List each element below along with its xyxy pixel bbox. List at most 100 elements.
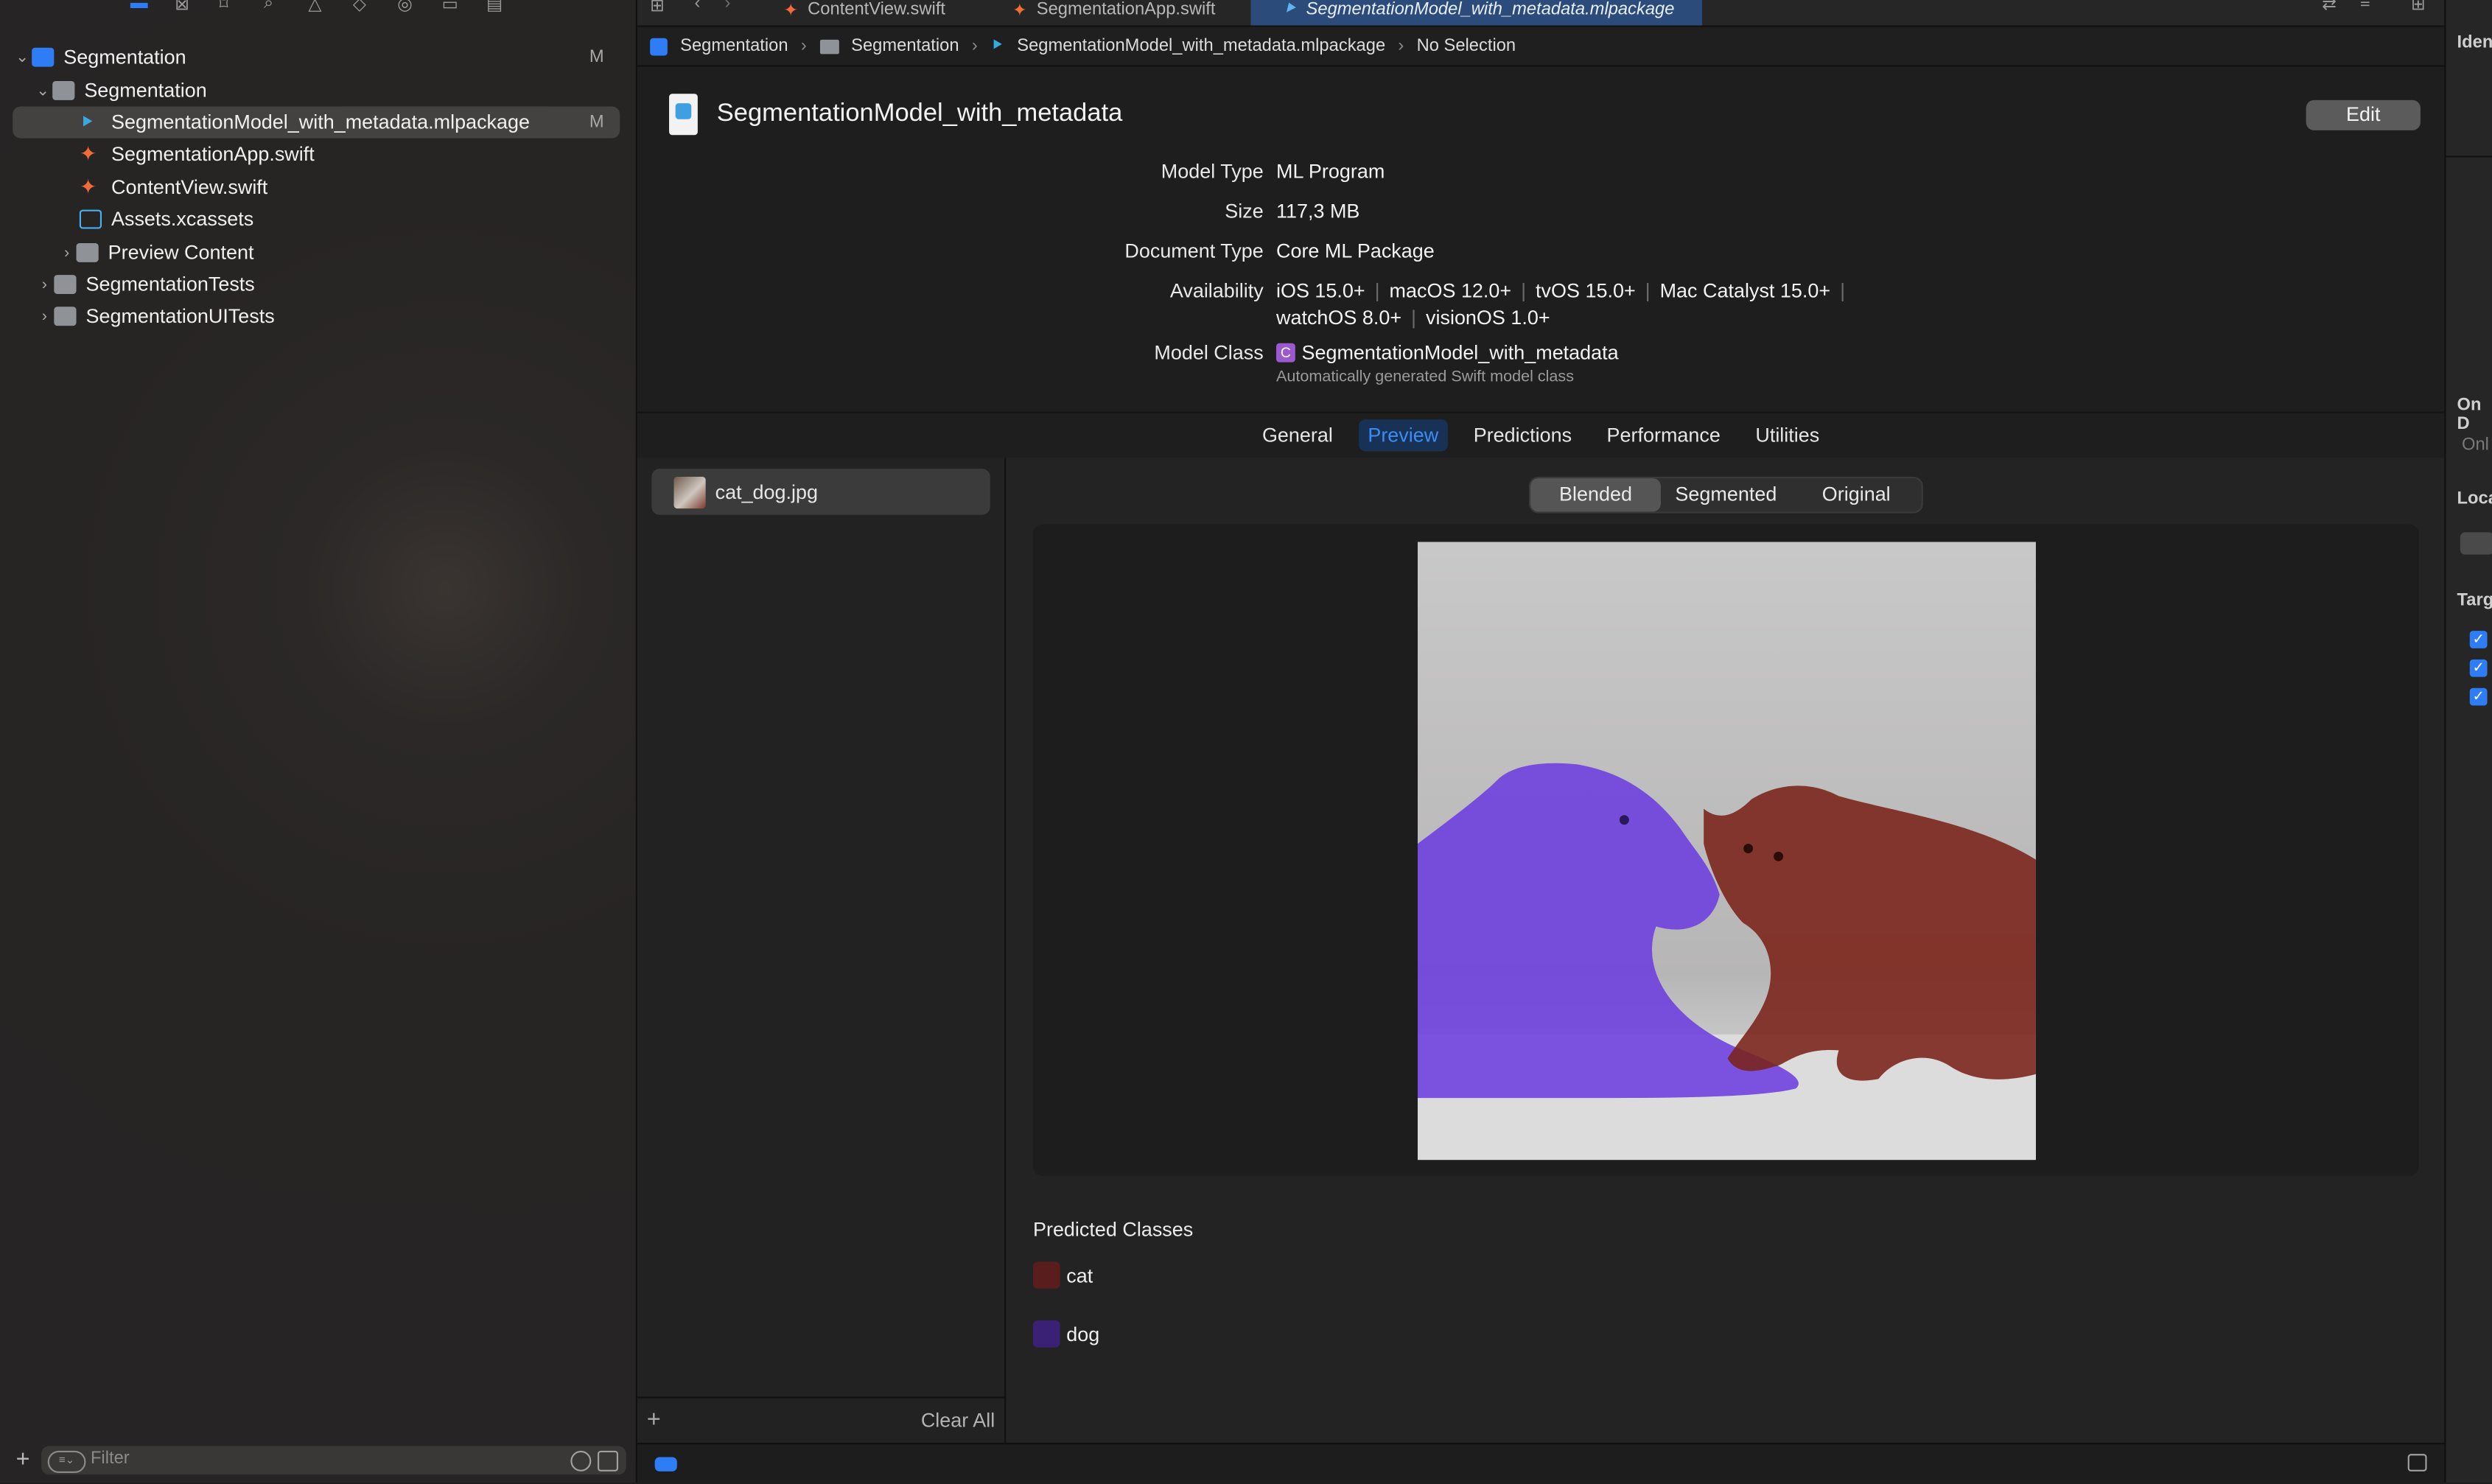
tree-item-tests[interactable]: › SegmentationTests <box>13 268 620 300</box>
view-mode-control[interactable]: Blended Segmented Original <box>1528 476 1923 514</box>
label-document-type: Document Type <box>1124 239 1264 262</box>
model-file-icon <box>669 94 698 136</box>
swap-icon[interactable]: ⇄ <box>2322 0 2337 14</box>
target-checkbox[interactable]: ✓ <box>2469 631 2488 648</box>
list-bottom-bar: + Clear All <box>637 1396 1005 1443</box>
segment-original[interactable]: Original <box>1791 478 1922 511</box>
modified-badge: M <box>589 113 604 132</box>
folder-icon <box>76 242 99 262</box>
chevron-down-icon[interactable]: ⌄ <box>33 82 52 99</box>
report-icon[interactable]: ▤ <box>486 0 505 14</box>
recent-files-icon[interactable] <box>570 1450 592 1471</box>
page-title: SegmentationModel_with_metadata <box>716 99 1123 127</box>
chevron-right-icon: › <box>1398 36 1404 56</box>
location-popup[interactable] <box>2460 532 2492 555</box>
tab-label: SegmentationModel_with_metadata.mlpackag… <box>1306 0 1675 19</box>
document-type-value: Core ML Package <box>1275 239 1435 262</box>
tree-item-label: SegmentationApp.swift <box>111 143 315 166</box>
chevron-right-icon: › <box>800 36 807 56</box>
tree-item-contentview-swift[interactable]: ✦ ContentView.swift <box>13 172 620 203</box>
inspector-section-target: Targ <box>2457 591 2492 611</box>
chevron-down-icon[interactable]: ⌄ <box>13 49 32 66</box>
breadcrumb-item[interactable]: Segmentation <box>680 37 788 56</box>
test-icon[interactable]: ◇ <box>353 0 372 14</box>
back-icon[interactable]: ‹ <box>695 0 701 13</box>
add-image-icon[interactable]: + <box>647 1406 661 1433</box>
toggle-debug-area-icon[interactable] <box>2407 1454 2427 1471</box>
breakpoint-icon[interactable]: ▭ <box>442 0 461 14</box>
debug-icon[interactable]: ◎ <box>397 0 416 14</box>
chevron-right-icon[interactable]: › <box>57 244 77 262</box>
tab-contentview[interactable]: ✦ ContentView.swift <box>783 0 945 26</box>
tree-item-label: SegmentationModel_with_metadata.mlpackag… <box>111 111 531 134</box>
tree-item-project[interactable]: ⌄ Segmentation M <box>13 41 620 73</box>
breadcrumb-item[interactable]: SegmentationModel_with_metadata.mlpackag… <box>1017 37 1385 56</box>
folder-icon <box>52 80 75 100</box>
tree-item-label: ContentView.swift <box>111 176 268 199</box>
source-control-icon[interactable]: ⊠ <box>175 0 194 14</box>
tree-item-app-swift[interactable]: ✦ SegmentationApp.swift <box>13 139 620 170</box>
availability-item: Mac Catalyst 15.0+ <box>1659 279 1831 302</box>
swift-file-icon: ✦ <box>79 175 97 199</box>
inspector-section-location: Loca <box>2457 489 2492 509</box>
folder-icon[interactable]: ▬ <box>130 0 150 13</box>
tree-item-uitests[interactable]: › SegmentationUITests <box>13 301 620 332</box>
breadcrumb-item[interactable]: No Selection <box>1417 37 1516 56</box>
class-name: cat <box>1066 1264 1093 1287</box>
add-icon[interactable]: + <box>16 1446 30 1474</box>
class-color-swatch <box>1032 1261 1060 1289</box>
tree-item-group[interactable]: ⌄ Segmentation <box>13 74 640 106</box>
tree-item-label: SegmentationUITests <box>85 305 275 328</box>
filter-options-icon[interactable]: ≡⌄ <box>47 1450 86 1474</box>
source-control-filter-icon[interactable] <box>597 1450 619 1471</box>
folder-icon <box>54 275 77 294</box>
availability-item: visionOS 1.0+ <box>1425 307 1550 329</box>
project-navigator: ▬ ⊠ ⌑ ⌕ △ ◇ ◎ ▭ ▤ ⌄ Segmentation M ⌄ Seg… <box>0 0 637 1483</box>
swift-file-icon: ✦ <box>1012 1 1027 20</box>
tree-item-mlpackage[interactable]: ⯈ SegmentationModel_with_metadata.mlpack… <box>13 106 620 139</box>
project-icon <box>650 37 668 55</box>
label-model-class: Model Class <box>1154 341 1264 364</box>
tab-performance[interactable]: Performance <box>1597 419 1730 451</box>
availability-item: macOS 12.0+ <box>1389 279 1512 302</box>
inspector-section-on-demand: On D <box>2457 395 2482 434</box>
tab-mlpackage[interactable]: ⯈ SegmentationModel_with_metadata.mlpack… <box>1250 0 1703 26</box>
warning-icon[interactable]: △ <box>308 0 327 14</box>
detail-tabs: General Preview Predictions Performance … <box>637 411 2445 460</box>
breadcrumb-item[interactable]: Segmentation <box>851 37 959 56</box>
bookmark-icon[interactable]: ⌑ <box>220 0 239 14</box>
target-checkbox[interactable]: ✓ <box>2469 659 2488 677</box>
list-item[interactable]: cat_dog.jpg <box>651 469 990 515</box>
tab-predictions[interactable]: Predictions <box>1464 419 1581 451</box>
tab-utilities[interactable]: Utilities <box>1746 419 1829 451</box>
tab-segmentationapp[interactable]: ✦ SegmentationApp.swift <box>1012 0 1216 26</box>
edit-button[interactable]: Edit <box>2306 99 2421 130</box>
segment-blended[interactable]: Blended <box>1530 478 1661 512</box>
blended-segmentation-image <box>1417 542 2036 1161</box>
tree-item-preview-content[interactable]: › Preview Content <box>13 237 620 268</box>
forward-icon[interactable]: › <box>725 0 731 13</box>
target-checkbox[interactable]: ✓ <box>2469 687 2488 706</box>
preview-panel: Blended Segmented Original Predicted Cla… <box>1006 458 2445 1443</box>
assets-icon <box>79 209 102 229</box>
clear-all-button[interactable]: Clear All <box>921 1410 995 1432</box>
tab-preview[interactable]: Preview <box>1358 419 1449 452</box>
tab-general[interactable]: General <box>1253 419 1343 451</box>
filter-field[interactable]: ≡⌄ Filter <box>41 1446 626 1475</box>
availability-item: watchOS 8.0+ <box>1275 307 1402 329</box>
chevron-right-icon[interactable]: › <box>35 307 54 325</box>
grid-icon[interactable]: ⊞ <box>650 0 665 16</box>
chevron-right-icon[interactable]: › <box>35 276 54 293</box>
editor-options-icon[interactable]: ≡ <box>2360 0 2370 13</box>
segment-segmented[interactable]: Segmented <box>1661 478 1791 511</box>
split-editor-icon[interactable]: ⊞ <box>2411 0 2426 14</box>
predicted-classes-title: Predicted Classes <box>1032 1219 1194 1242</box>
preview-image-list: cat_dog.jpg + Clear All <box>637 458 1007 1443</box>
model-class[interactable]: C SegmentationModel_with_metadata <box>1275 342 1619 364</box>
activity-indicator-icon[interactable] <box>654 1457 677 1471</box>
tree-item-label: Preview Content <box>108 241 254 264</box>
search-icon[interactable]: ⌕ <box>264 0 283 13</box>
inspector-field-placeholder[interactable]: Onl <box>2462 435 2489 455</box>
image-preview-area <box>1032 524 2419 1176</box>
tree-item-assets[interactable]: Assets.xcassets <box>13 203 620 235</box>
